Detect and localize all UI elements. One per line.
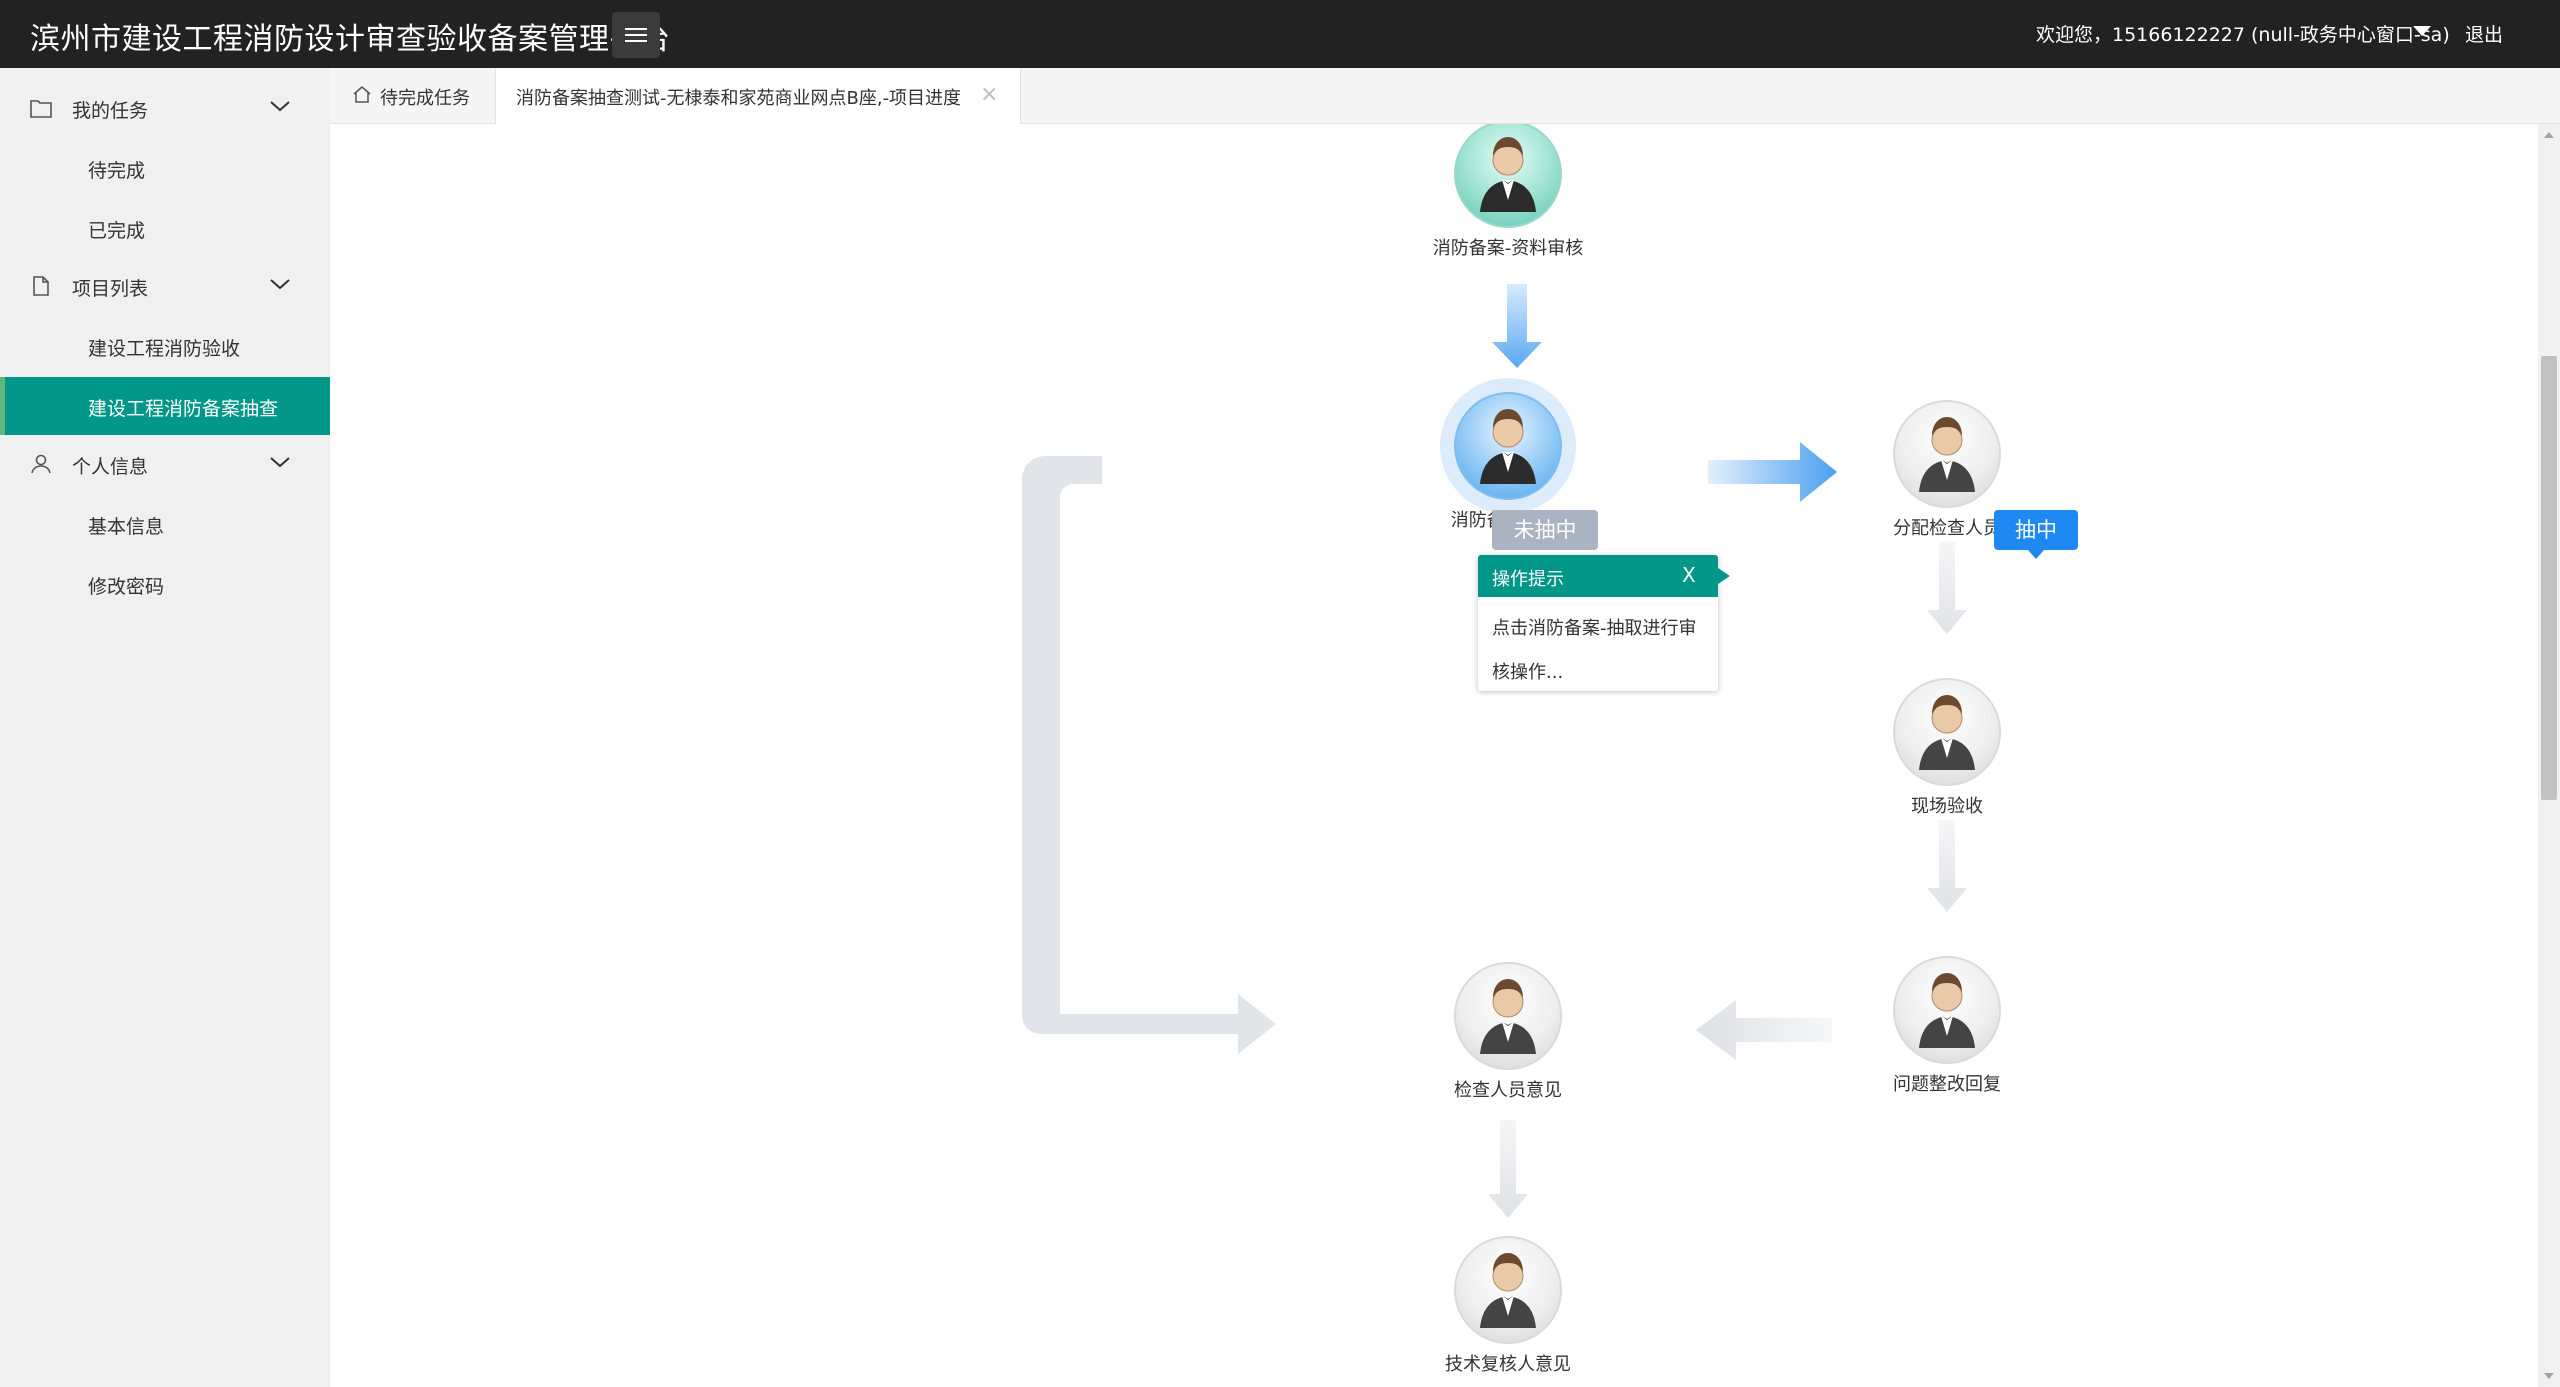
caret-down-icon[interactable] [2413, 26, 2431, 36]
tab-project-progress[interactable]: 消防备案抽查测试-无棣泰和家苑商业网点B座,-项目进度 × [495, 68, 1021, 124]
sidebar-item-pending[interactable]: 待完成 [0, 139, 330, 197]
person-avatar-icon [1893, 678, 2001, 786]
flow-node-label: 消防备案-资料审核 [1432, 238, 1584, 259]
person-avatar-icon [1893, 400, 2001, 508]
sidebar-item-fire-filing-check[interactable]: 建设工程消防备案抽查 [0, 377, 330, 435]
chevron-down-icon [270, 279, 290, 290]
sidebar-item-label: 待完成 [88, 160, 146, 182]
person-avatar-icon [1454, 124, 1562, 228]
arrow-draw-to-assign [1708, 442, 1837, 502]
list-icon [625, 24, 647, 46]
sidebar-group-label: 个人信息 [72, 456, 149, 478]
flow-node-tech-review-opinion[interactable]: 技术复核人意见 [1408, 1236, 1608, 1386]
sidebar-group-project-list[interactable]: 项目列表 [0, 258, 330, 314]
person-avatar-icon [1893, 956, 2001, 1064]
sidebar-group-label: 我的任务 [72, 100, 149, 122]
file-icon [33, 276, 49, 296]
menu-toggle-button[interactable] [612, 12, 660, 58]
tip-line: 核操作... [1492, 662, 1564, 683]
sidebar-item-label: 建设工程消防备案抽查 [88, 398, 279, 420]
sidebar-item-label: 建设工程消防验收 [88, 338, 241, 360]
home-icon [353, 86, 371, 103]
tab-label: 消防备案抽查测试-无棣泰和家苑商业网点B座,-项目进度 [516, 88, 962, 109]
arrow-assign-to-onsite [1927, 542, 1967, 634]
chevron-down-icon [270, 457, 290, 468]
sidebar-group-personal-info[interactable]: 个人信息 [0, 436, 330, 492]
tip-line: 点击消防备案-抽取进行审 [1492, 618, 1697, 639]
app-title: 滨州市建设工程消防设计审查验收备案管理平台 [30, 22, 671, 57]
chevron-down-icon [270, 101, 290, 112]
sidebar-group-label: 项目列表 [72, 278, 149, 300]
arrow-not-selected-loop [1022, 456, 1276, 1054]
flow-node-material-review[interactable]: 消防备案-资料审核 [1408, 124, 1608, 270]
operation-tip-popup: 操作提示 X 点击消防备案-抽取进行审 核操作... [1478, 555, 1730, 691]
sidebar-item-label: 已完成 [88, 220, 146, 242]
tip-close-button[interactable]: X [1682, 563, 1696, 587]
tip-title: 操作提示 [1492, 569, 1564, 590]
scrollbar-thumb[interactable] [2541, 356, 2557, 800]
sidebar-item-completed[interactable]: 已完成 [0, 199, 330, 257]
top-bar: 滨州市建设工程消防设计审查验收备案管理平台 欢迎您，15166122227 (n… [0, 0, 2560, 68]
person-avatar-icon [1454, 962, 1562, 1070]
tab-pending-tasks[interactable]: 待完成任务 [330, 68, 495, 124]
branch-label-selected: 抽中 [1994, 510, 2078, 559]
arrow-review-to-draw [1492, 284, 1542, 368]
flow-arrows [1022, 284, 1967, 1218]
flow-canvas: 消防备案-资料审核 消防备案-抽取 分配检查人员 现场验收 问题整改回复 检查人… [330, 124, 2538, 1387]
tab-label: 待完成任务 [380, 88, 470, 109]
flow-node-label: 检查人员意见 [1454, 1080, 1562, 1101]
logout-link[interactable]: 退出 [2465, 20, 2503, 47]
scroll-up-icon[interactable] [2544, 132, 2554, 138]
arrow-rectify-to-opinion [1696, 1000, 1832, 1060]
person-avatar-icon [1454, 1236, 1562, 1344]
user-welcome[interactable]: 欢迎您，15166122227 (null-政务中心窗口-sa) [2036, 20, 2450, 47]
arrow-opinion-to-tech [1488, 1120, 1528, 1218]
flow-node-onsite-acceptance[interactable]: 现场验收 [1847, 678, 2047, 828]
sidebar-item-label: 基本信息 [88, 516, 165, 538]
sidebar-item-label: 修改密码 [88, 576, 165, 598]
user-icon [31, 454, 51, 474]
tip-header: 操作提示 X [1478, 555, 1730, 597]
close-icon[interactable]: × [980, 82, 998, 107]
scroll-down-icon[interactable] [2544, 1373, 2554, 1379]
arrow-onsite-to-rectify [1927, 820, 1967, 912]
branch-label-not-selected: 未抽中 [1492, 510, 1598, 550]
flow-node-label: 技术复核人意见 [1445, 1354, 1571, 1375]
sidebar-item-basic-info[interactable]: 基本信息 [0, 495, 330, 553]
tip-body: 点击消防备案-抽取进行审 核操作... [1492, 607, 1712, 695]
flow-node-label: 现场验收 [1911, 796, 1983, 817]
person-avatar-icon [1454, 392, 1562, 500]
sidebar-group-my-tasks[interactable]: 我的任务 [0, 80, 330, 136]
sidebar: 我的任务 待完成 已完成 项目列表 建设工程消防验收 建设工程消防备案抽查 个人… [0, 68, 330, 1387]
flow-node-label: 问题整改回复 [1893, 1074, 2001, 1095]
content-scrollbar[interactable] [2538, 124, 2560, 1387]
tab-bar: 待完成任务 消防备案抽查测试-无棣泰和家苑商业网点B座,-项目进度 × [330, 68, 2560, 124]
sidebar-item-change-password[interactable]: 修改密码 [0, 555, 330, 613]
flow-node-rectify-reply[interactable]: 问题整改回复 [1847, 956, 2047, 1106]
flow-node-inspector-opinion[interactable]: 检查人员意见 [1408, 962, 1608, 1112]
sidebar-item-fire-acceptance[interactable]: 建设工程消防验收 [0, 317, 330, 375]
folder-icon [30, 100, 52, 118]
